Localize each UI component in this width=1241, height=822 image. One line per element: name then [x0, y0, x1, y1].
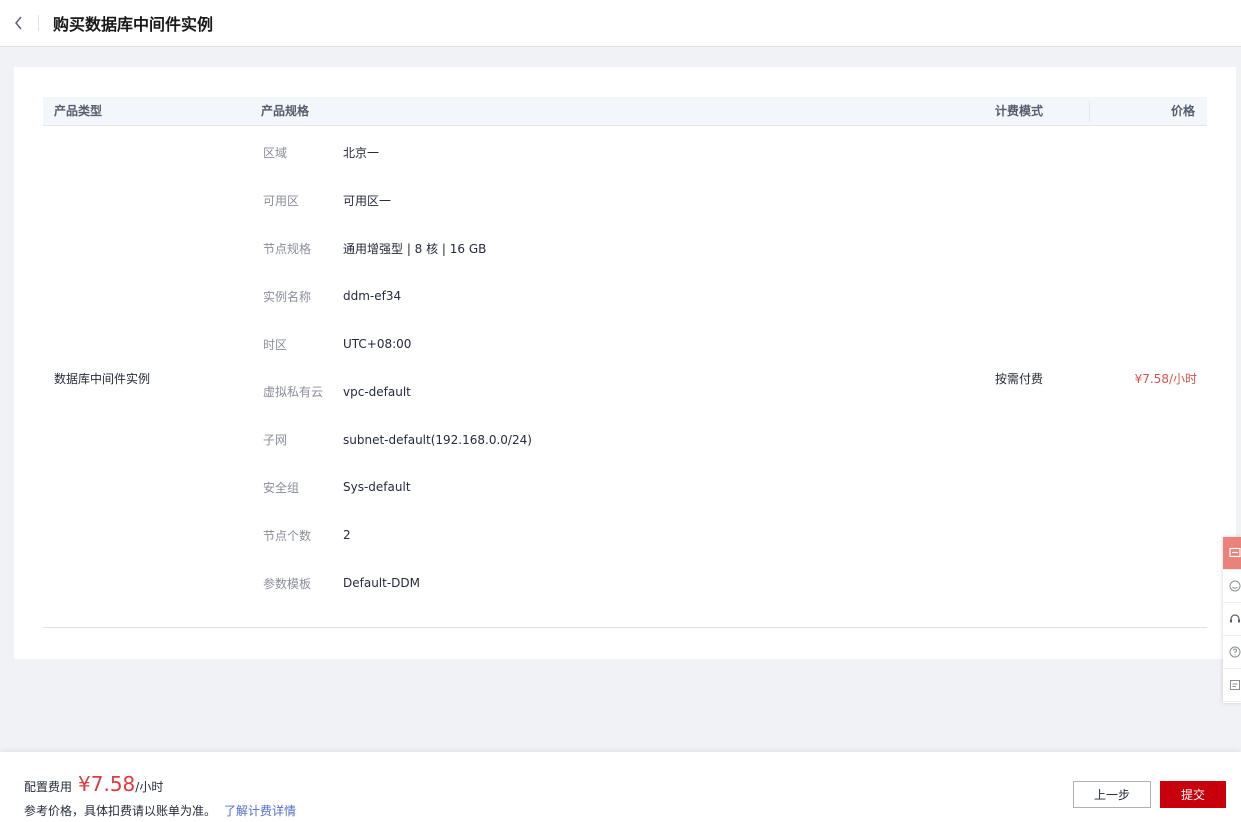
document-button[interactable]: [1223, 669, 1241, 702]
billing-mode-cell: 按需付费: [995, 372, 1044, 386]
fee-amount: ¥7.58: [78, 772, 136, 796]
chevron-left-icon: [15, 16, 22, 30]
feedback-button[interactable]: [1223, 537, 1241, 570]
previous-step-button[interactable]: 上一步: [1073, 781, 1151, 808]
spec-label: 可用区: [263, 194, 300, 209]
spec-label: 时区: [263, 337, 288, 352]
side-toolbar: [1223, 537, 1241, 703]
satisfaction-button[interactable]: [1223, 570, 1241, 603]
footer-bar: 配置费用 ¥7.58 /小时 参考价格，具体扣费请以账单为准。 了解计费详情 上一…: [0, 752, 1241, 822]
spec-value: 北京一: [343, 146, 380, 161]
column-header-type: 产品类型: [54, 104, 103, 118]
spec-row-node-flavor: 节点规格 通用增强型 | 8 核 | 16 GB: [263, 225, 963, 273]
spec-row-security-group: 安全组 Sys-default: [263, 464, 963, 512]
spec-value: 2: [343, 528, 351, 543]
help-button[interactable]: [1223, 636, 1241, 669]
spec-value: vpc-default: [343, 384, 411, 399]
smile-icon: [1229, 580, 1241, 592]
column-header-price: 价格: [1170, 104, 1195, 118]
spec-value: 可用区一: [343, 194, 392, 209]
spec-row-node-count: 节点个数 2: [263, 511, 963, 559]
fee-unit: /小时: [135, 780, 164, 794]
price-cell: ¥7.58/小时: [1134, 372, 1197, 386]
document-icon: [1230, 680, 1240, 690]
submit-button[interactable]: 提交: [1160, 781, 1226, 808]
spec-label: 实例名称: [263, 289, 312, 304]
spec-label: 虚拟私有云: [263, 385, 324, 400]
column-header-spec: 产品规格: [261, 104, 310, 118]
spec-row-az: 可用区 可用区一: [263, 177, 963, 225]
spec-value: UTC+08:00: [343, 337, 412, 352]
help-icon: [1229, 646, 1241, 658]
back-button[interactable]: [0, 0, 38, 47]
spec-label: 安全组: [263, 480, 300, 495]
spec-value: Default-DDM: [343, 576, 421, 591]
headset-icon: [1230, 614, 1240, 623]
spec-row-region: 区域 北京一: [263, 129, 963, 177]
spec-label: 区域: [263, 146, 288, 161]
table-header: 产品类型 产品规格 计费模式 价格: [43, 97, 1207, 126]
fee-summary: 配置费用 ¥7.58 /小时: [24, 772, 163, 796]
spec-row-timezone: 时区 UTC+08:00: [263, 320, 963, 368]
spec-label: 节点规格: [263, 241, 312, 256]
feedback-icon: [1229, 547, 1241, 558]
spec-row-param-template: 参数模板 Default-DDM: [263, 559, 963, 607]
spec-row-subnet: 子网 subnet-default(192.168.0.0/24): [263, 416, 963, 464]
fee-note-text: 参考价格，具体扣费请以账单为准。: [24, 804, 217, 818]
table-bottom-divider: [43, 627, 1207, 628]
billing-details-link[interactable]: 了解计费详情: [224, 804, 296, 818]
spec-value: ddm-ef34: [343, 289, 402, 304]
header-divider: [38, 15, 39, 31]
column-header-billing: 计费模式: [995, 104, 1044, 118]
spec-label: 参数模板: [263, 576, 312, 591]
page-header: 购买数据库中间件实例: [0, 0, 1241, 47]
page-title: 购买数据库中间件实例: [53, 15, 214, 34]
spec-value: 通用增强型 | 8 核 | 16 GB: [343, 241, 487, 256]
fee-label: 配置费用: [24, 780, 73, 794]
spec-list: 区域 北京一 可用区 可用区一 节点规格 通用增强型 | 8 核 | 16 GB…: [263, 129, 963, 607]
order-summary-card: 产品类型 产品规格 计费模式 价格 数据库中间件实例 区域 北京一 可用区 可用…: [14, 67, 1236, 659]
fee-note: 参考价格，具体扣费请以账单为准。 了解计费详情: [24, 802, 296, 819]
column-divider: [1089, 101, 1090, 122]
service-button[interactable]: [1223, 603, 1241, 636]
product-type-cell: 数据库中间件实例: [54, 372, 151, 386]
spec-label: 节点个数: [263, 528, 312, 543]
spec-row-instance-name: 实例名称 ddm-ef34: [263, 272, 963, 320]
spec-label: 子网: [263, 433, 288, 448]
spec-value: subnet-default(192.168.0.0/24): [343, 432, 532, 447]
spec-row-vpc: 虚拟私有云 vpc-default: [263, 368, 963, 416]
spec-value: Sys-default: [343, 480, 411, 495]
